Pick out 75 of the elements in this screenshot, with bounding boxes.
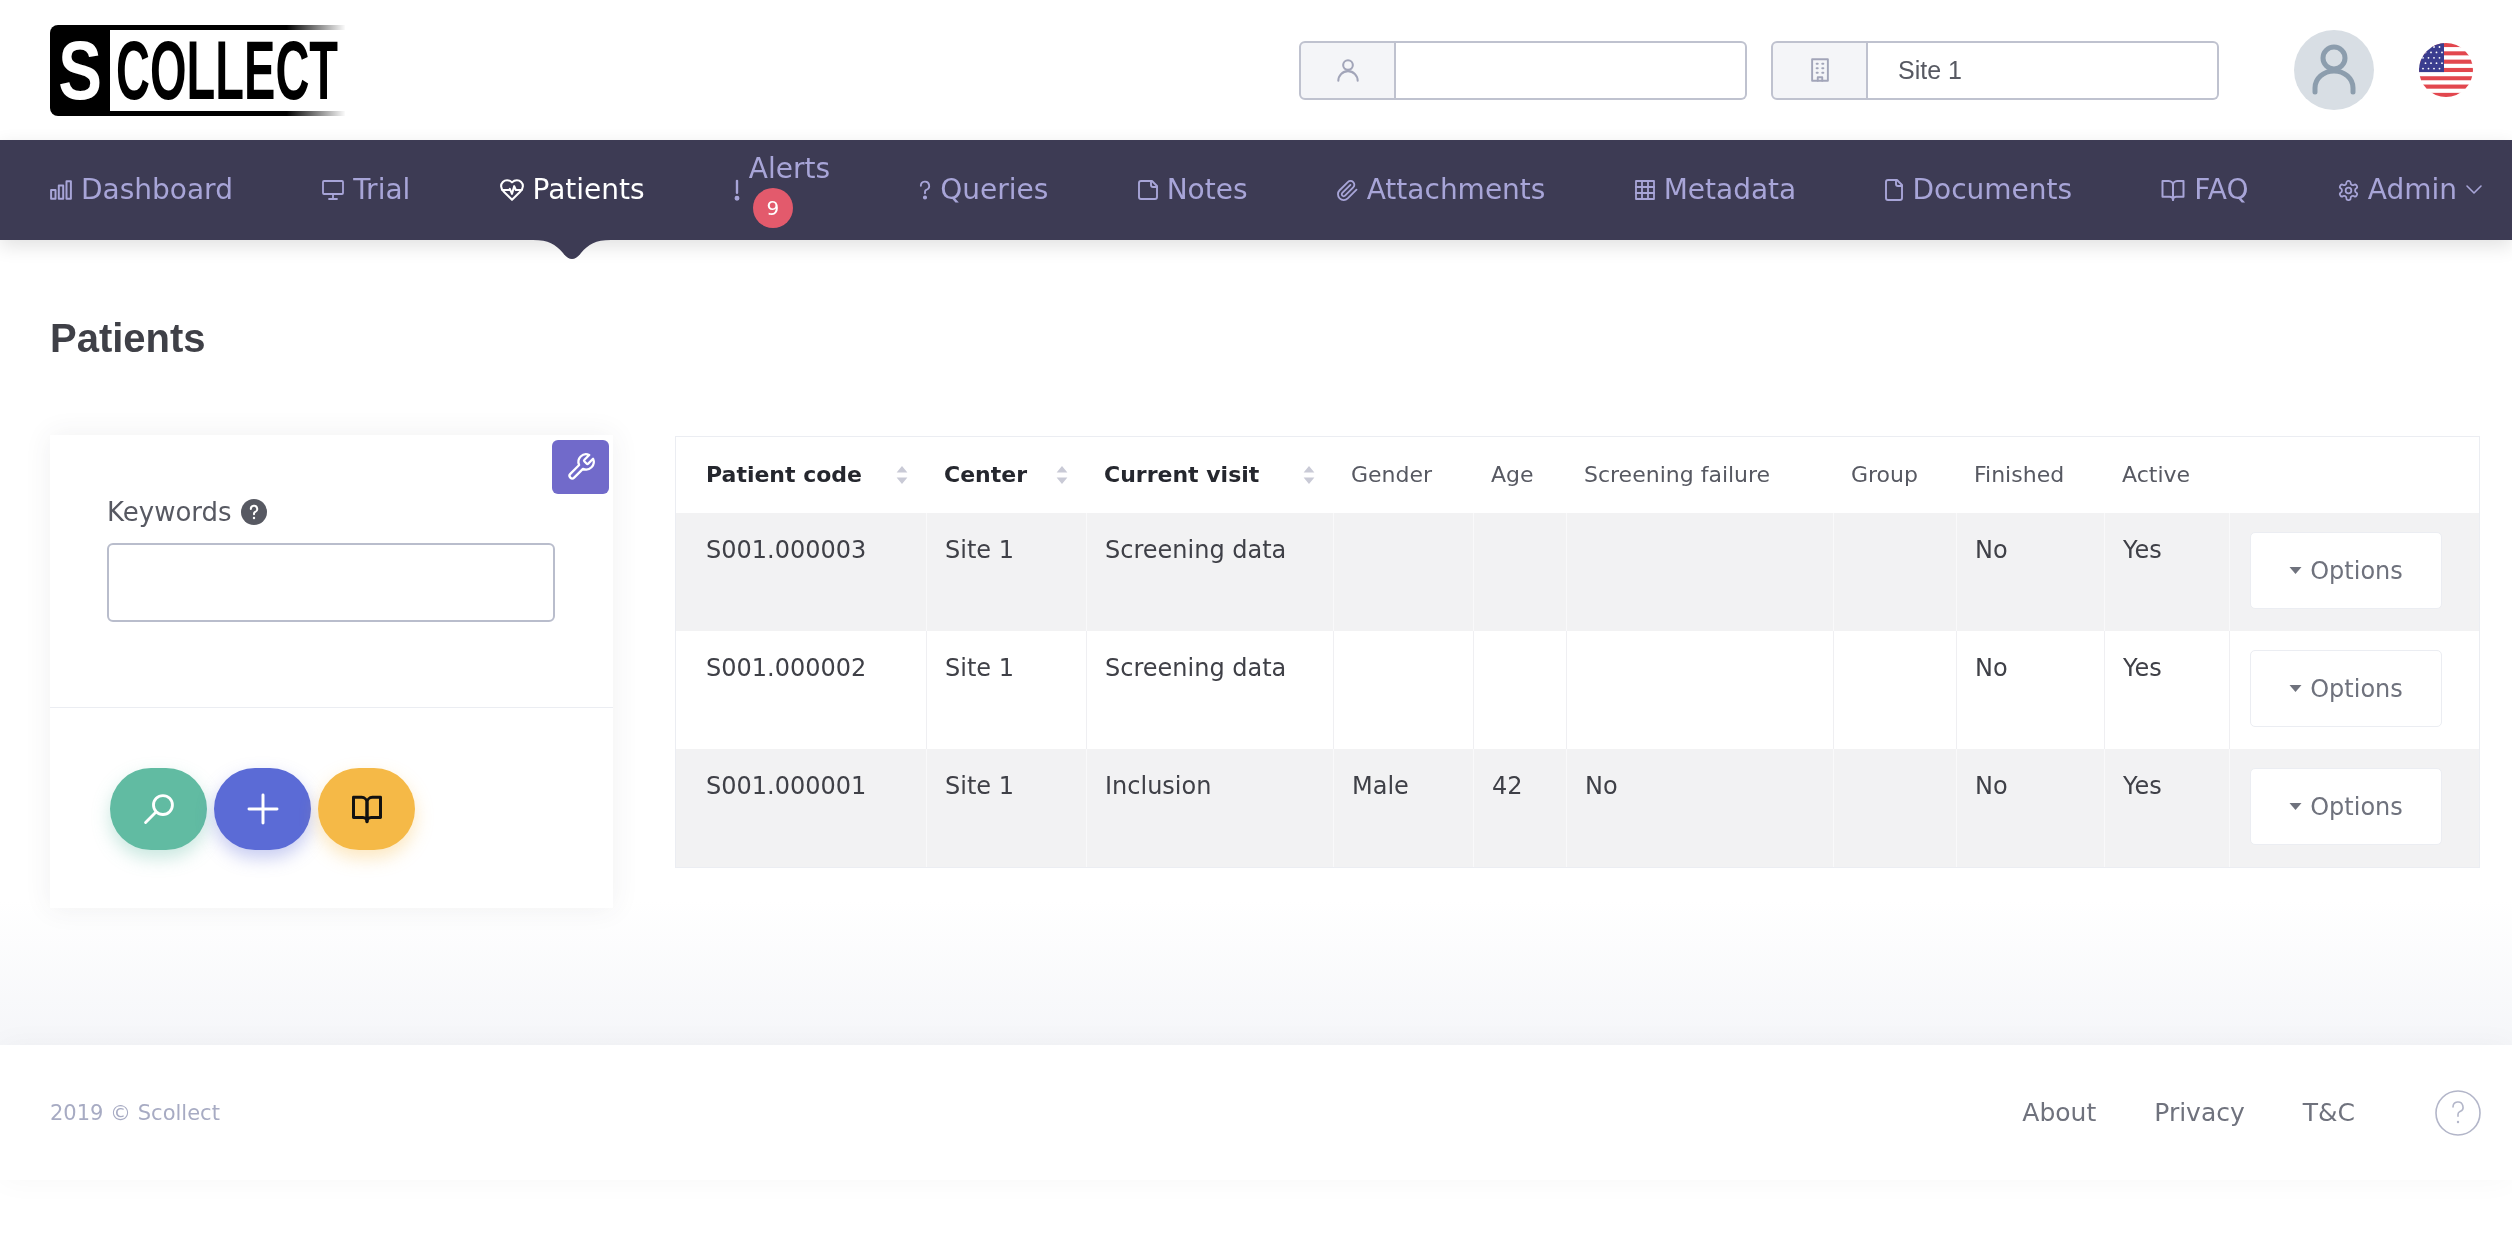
column-header: Gender xyxy=(1351,461,1433,489)
plus-icon xyxy=(248,795,277,823)
gear-icon xyxy=(2337,179,2359,201)
alert-count-badge: 9 xyxy=(752,187,793,228)
nav-link[interactable]: FAQ xyxy=(2161,140,2249,240)
nav-link[interactable]: Documents xyxy=(1885,140,2073,240)
table-cell: Male xyxy=(1333,749,1473,867)
user-avatar-icon[interactable] xyxy=(2294,30,2374,110)
nav-link[interactable]: Patients xyxy=(499,140,645,240)
footer-link[interactable]: Privacy xyxy=(2154,1098,2245,1127)
caret-down-icon xyxy=(2289,803,2303,810)
column-header: Center xyxy=(944,461,1027,489)
sort-icon[interactable] xyxy=(896,465,908,485)
table-cell: Yes xyxy=(2104,749,2229,867)
column-header: Active xyxy=(2122,461,2191,489)
wrench-icon xyxy=(566,453,595,481)
nav-link[interactable]: Trial xyxy=(322,140,411,240)
monitor-icon xyxy=(322,180,345,200)
search-button[interactable] xyxy=(110,768,207,850)
user-icon xyxy=(1336,58,1359,82)
building-icon xyxy=(1810,58,1829,82)
exclamation-icon xyxy=(733,179,740,201)
grid-icon xyxy=(1634,180,1655,200)
column-header: Patient code xyxy=(706,461,863,489)
search-icon xyxy=(143,794,174,824)
keywords-label: Keywords xyxy=(107,496,232,529)
bar-chart-icon xyxy=(50,180,72,200)
copyright-text: 2019 © Scollect xyxy=(50,1100,220,1125)
nav-link[interactable]: Attachments xyxy=(1336,140,1546,240)
sort-icon[interactable] xyxy=(1056,465,1068,485)
keywords-input[interactable] xyxy=(107,543,555,622)
nav-link[interactable]: Metadata xyxy=(1634,140,1797,240)
sort-icon[interactable] xyxy=(1303,465,1315,485)
logo-letter: S xyxy=(50,24,110,116)
logo-wordmark: COLLECT xyxy=(116,29,339,111)
column-header: Finished xyxy=(1974,461,2065,489)
add-button[interactable] xyxy=(214,768,311,850)
table-cell: Inclusion xyxy=(1086,749,1333,867)
table-cell-text: S001.000001 xyxy=(705,771,868,802)
nav-link[interactable]: Admin xyxy=(2337,140,2482,240)
document-icon xyxy=(1885,179,1904,201)
table-cell: No xyxy=(1956,749,2104,867)
heart-pulse-icon xyxy=(499,179,524,201)
settings-button[interactable] xyxy=(552,440,609,494)
user-field[interactable] xyxy=(1396,40,1747,100)
nav-link[interactable]: Queries xyxy=(919,140,1049,240)
options-button[interactable]: Options xyxy=(2250,768,2442,845)
table-cell: 42 xyxy=(1473,749,1566,867)
column-header: Current visit xyxy=(1104,461,1260,489)
note-icon xyxy=(1137,180,1158,200)
column-header: Group xyxy=(1851,461,1918,489)
nav-link[interactable]: Alerts 9 xyxy=(733,140,831,240)
open-book-icon xyxy=(351,795,382,823)
options-button[interactable]: Options xyxy=(2250,532,2442,609)
help-icon[interactable] xyxy=(240,499,267,525)
footer-link[interactable]: T&C xyxy=(2302,1098,2355,1127)
page-title: Patients xyxy=(50,315,206,361)
footer-link[interactable]: About xyxy=(2022,1098,2097,1127)
caret-down-icon xyxy=(2289,567,2303,574)
table-cell: Site 1 xyxy=(926,749,1086,867)
table-cell-text: S001.000003 xyxy=(705,535,868,566)
open-book-icon xyxy=(2161,179,2186,201)
flag-icon[interactable] xyxy=(2419,43,2473,97)
table-cell: No xyxy=(1566,749,1833,867)
nav-link[interactable]: Dashboard xyxy=(50,140,233,240)
options-button[interactable]: Options xyxy=(2250,650,2442,727)
caret-down-icon xyxy=(2289,685,2303,692)
paperclip-icon xyxy=(1336,179,1358,201)
nav-link[interactable]: Notes xyxy=(1137,140,1248,240)
column-header: Screening failure xyxy=(1584,461,1771,489)
book-button[interactable] xyxy=(318,768,415,850)
table-cell-text: S001.000002 xyxy=(705,653,868,684)
column-header: Age xyxy=(1491,461,1534,489)
question-mark-icon xyxy=(919,180,932,200)
site-field[interactable]: Site 1 xyxy=(1868,40,2219,100)
